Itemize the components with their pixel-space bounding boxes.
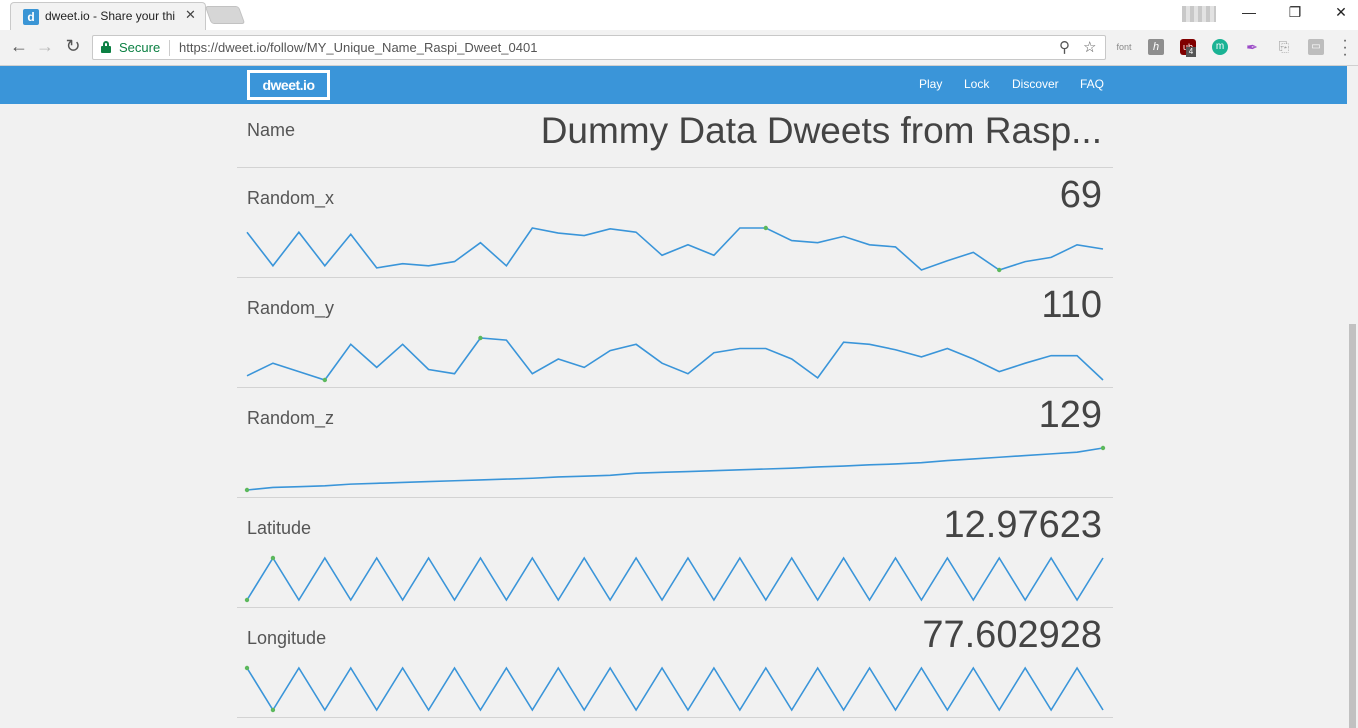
sparkline-min-marker [244,597,250,603]
sparkline-series-line [246,447,1104,491]
pdf-icon[interactable]: ⎘ [1276,39,1292,55]
metric-value: 110 [1041,284,1102,326]
sparkline-min-marker [997,267,1002,273]
metric-value: 12.97623 [943,504,1103,546]
sparkline-max-marker [1100,445,1106,451]
page-scrollbar[interactable] [1347,66,1358,728]
zoom-icon[interactable]: ⚲ [1059,38,1070,56]
sparkline-random-z [244,445,1106,493]
sparkline-longitude [244,665,1104,713]
bookmark-star-icon[interactable]: ☆ [1083,38,1096,56]
sparkline-min-marker [270,707,276,713]
sparkline-max-marker [244,665,250,671]
metric-label: Random_y [247,298,335,318]
browser-menu-icon[interactable]: · · · [1338,33,1352,63]
nav-discover[interactable]: Discover [1012,77,1059,91]
sparkline-series-line [246,337,1104,381]
nav-faq[interactable]: FAQ [1080,77,1104,91]
metric-row-longitude: Longitude 77.602928 [237,608,1113,718]
m-extension-icon[interactable]: m [1212,39,1228,55]
metric-row-random-z: Random_z 129 [237,388,1113,498]
sparkline-max-marker [763,225,768,231]
sparkline-random-y [246,335,1104,383]
browser-toolbar: ← → ↻ Secure https://dweet.io/follow/MY_… [0,30,1358,66]
sparkline-latitude [244,555,1104,603]
url-text[interactable]: https://dweet.io/follow/MY_Unique_Name_R… [179,40,537,55]
sparkline-max-marker [270,555,276,561]
ublock-badge: 4 [1186,47,1196,57]
scrollbar-thumb[interactable] [1349,324,1356,728]
metric-row-latitude: Latitude 12.97623 [237,498,1113,608]
browser-tab-bar: d dweet.io - Share your thi ✕ — ❐ ✕ [0,0,1358,30]
tab-close-icon[interactable]: ✕ [185,7,196,23]
site-navbar: dweet.io Play Lock Discover FAQ [0,66,1347,104]
dweet-logo[interactable]: dweet.io [247,70,330,100]
metric-value: 77.602928 [922,614,1102,656]
window-maximize-button[interactable]: ❐ [1272,4,1318,21]
metric-row-random-x: Random_x 69 [237,168,1113,278]
forward-icon[interactable]: → [34,36,56,57]
dweet-content: Name Dummy Data Dweets from Rasp... Rand… [237,104,1113,718]
metric-value: 69 [1059,174,1102,216]
sparkline-series-line [246,666,1104,712]
name-label: Name [247,120,296,140]
sparkline-min-marker [322,377,328,383]
h-extension-icon[interactable]: h [1148,39,1164,55]
url-divider [169,40,170,56]
metric-label: Random_z [247,408,335,428]
sparkline-series-line [246,227,1104,271]
sparkline-series-line [246,556,1104,602]
name-row: Name Dummy Data Dweets from Rasp... [237,104,1113,168]
font-extension-icon[interactable]: font [1116,39,1132,55]
sparkline-min-marker [244,487,250,493]
secure-label[interactable]: Secure [119,40,160,55]
window-close-button[interactable]: ✕ [1318,4,1358,21]
metric-label: Latitude [247,518,312,538]
browser-tab[interactable]: d dweet.io - Share your thi ✕ [10,2,206,30]
new-tab-button[interactable] [204,6,246,24]
profile-avatar[interactable] [1182,6,1216,22]
metric-row-random-y: Random_y 110 [237,278,1113,388]
tab-title: dweet.io - Share your thi [45,9,176,23]
dweet-favicon-icon: d [23,9,39,25]
metric-label: Random_x [247,188,335,208]
metric-value: 129 [1038,394,1102,436]
reload-icon[interactable]: ↻ [62,36,84,57]
address-bar[interactable]: Secure https://dweet.io/follow/MY_Unique… [92,35,1106,60]
lock-icon [101,41,111,53]
sparkline-max-marker [478,335,483,341]
quill-icon[interactable]: ✒ [1244,39,1260,55]
box-icon[interactable]: ▭ [1308,39,1324,55]
back-icon[interactable]: ← [8,36,30,57]
nav-play[interactable]: Play [919,77,942,91]
name-value: Dummy Data Dweets from Rasp... [540,110,1102,151]
metric-label: Longitude [247,628,327,648]
sparkline-random-x [246,225,1104,273]
nav-lock[interactable]: Lock [964,77,989,91]
ublock-extension-icon[interactable]: ub4 [1180,39,1196,57]
window-minimize-button[interactable]: — [1226,4,1272,20]
